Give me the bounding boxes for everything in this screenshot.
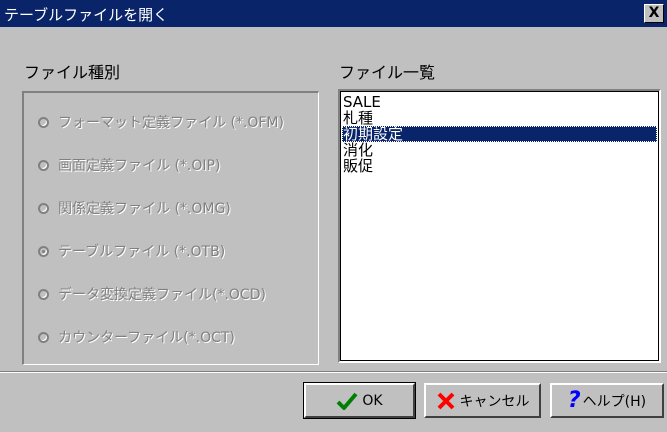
- help-button[interactable]: ? ヘルプ(H): [550, 383, 664, 418]
- open-table-file-dialog: テーブルファイルを開く X ファイル種別 ファイル一覧 フォーマット定義ファイル…: [0, 0, 667, 432]
- radio-label: 画面定義ファイル (*.OIP): [58, 158, 221, 174]
- list-item-selected[interactable]: 初期設定: [342, 126, 657, 142]
- separator-highlight: [0, 372, 667, 373]
- ok-label: OK: [362, 392, 383, 409]
- radio-ocd[interactable]: データ変換定義ファイル(*.OCD): [38, 284, 266, 304]
- cancel-button[interactable]: キャンセル: [424, 383, 541, 418]
- radio-circle-icon: [38, 202, 49, 214]
- close-button[interactable]: X: [644, 4, 664, 23]
- radio-ofm[interactable]: フォーマット定義ファイル (*.OFM): [38, 112, 284, 132]
- file-listbox[interactable]: SALE 札種 初期設定 消化 販促: [338, 89, 661, 363]
- list-item[interactable]: 販促: [342, 158, 657, 174]
- window-title: テーブルファイルを開く: [4, 6, 169, 24]
- help-label: ヘルプ(H): [582, 393, 647, 410]
- radio-oip[interactable]: 画面定義ファイル (*.OIP): [38, 155, 220, 175]
- radio-label: データ変換定義ファイル(*.OCD): [58, 287, 266, 303]
- close-icon: X: [648, 5, 660, 21]
- radio-label: テーブルファイル (*.OTB): [58, 244, 226, 260]
- title-bar[interactable]: テーブルファイルを開く X: [0, 0, 667, 27]
- file-type-label: ファイル種別: [24, 63, 121, 82]
- radio-circle-icon: [38, 159, 49, 171]
- radio-circle-icon: [38, 116, 49, 128]
- ok-button[interactable]: OK: [303, 382, 416, 419]
- radio-circle-icon: [38, 288, 49, 300]
- radio-circle-icon: [38, 331, 49, 343]
- file-list-label: ファイル一覧: [339, 63, 436, 82]
- list-item[interactable]: SALE: [342, 94, 657, 110]
- cancel-label: キャンセル: [459, 393, 530, 410]
- checkmark-icon: [336, 392, 358, 410]
- cancel-x-icon: [437, 392, 454, 409]
- radio-omg[interactable]: 関係定義ファイル (*.OMG): [38, 198, 231, 218]
- question-mark-icon: ?: [567, 388, 581, 413]
- radio-selected-icon: [38, 245, 49, 257]
- file-type-group: フォーマット定義ファイル (*.OFM) 画面定義ファイル (*.OIP) 関係…: [22, 91, 319, 365]
- radio-label: カウンターファイル(*.OCT): [58, 330, 235, 346]
- list-item[interactable]: 消化: [342, 142, 657, 158]
- radio-otb[interactable]: テーブルファイル (*.OTB): [38, 241, 225, 261]
- radio-label: フォーマット定義ファイル (*.OFM): [58, 115, 284, 131]
- radio-label: 関係定義ファイル (*.OMG): [58, 201, 231, 217]
- list-item[interactable]: 札種: [342, 110, 657, 126]
- radio-oct[interactable]: カウンターファイル(*.OCT): [38, 327, 235, 347]
